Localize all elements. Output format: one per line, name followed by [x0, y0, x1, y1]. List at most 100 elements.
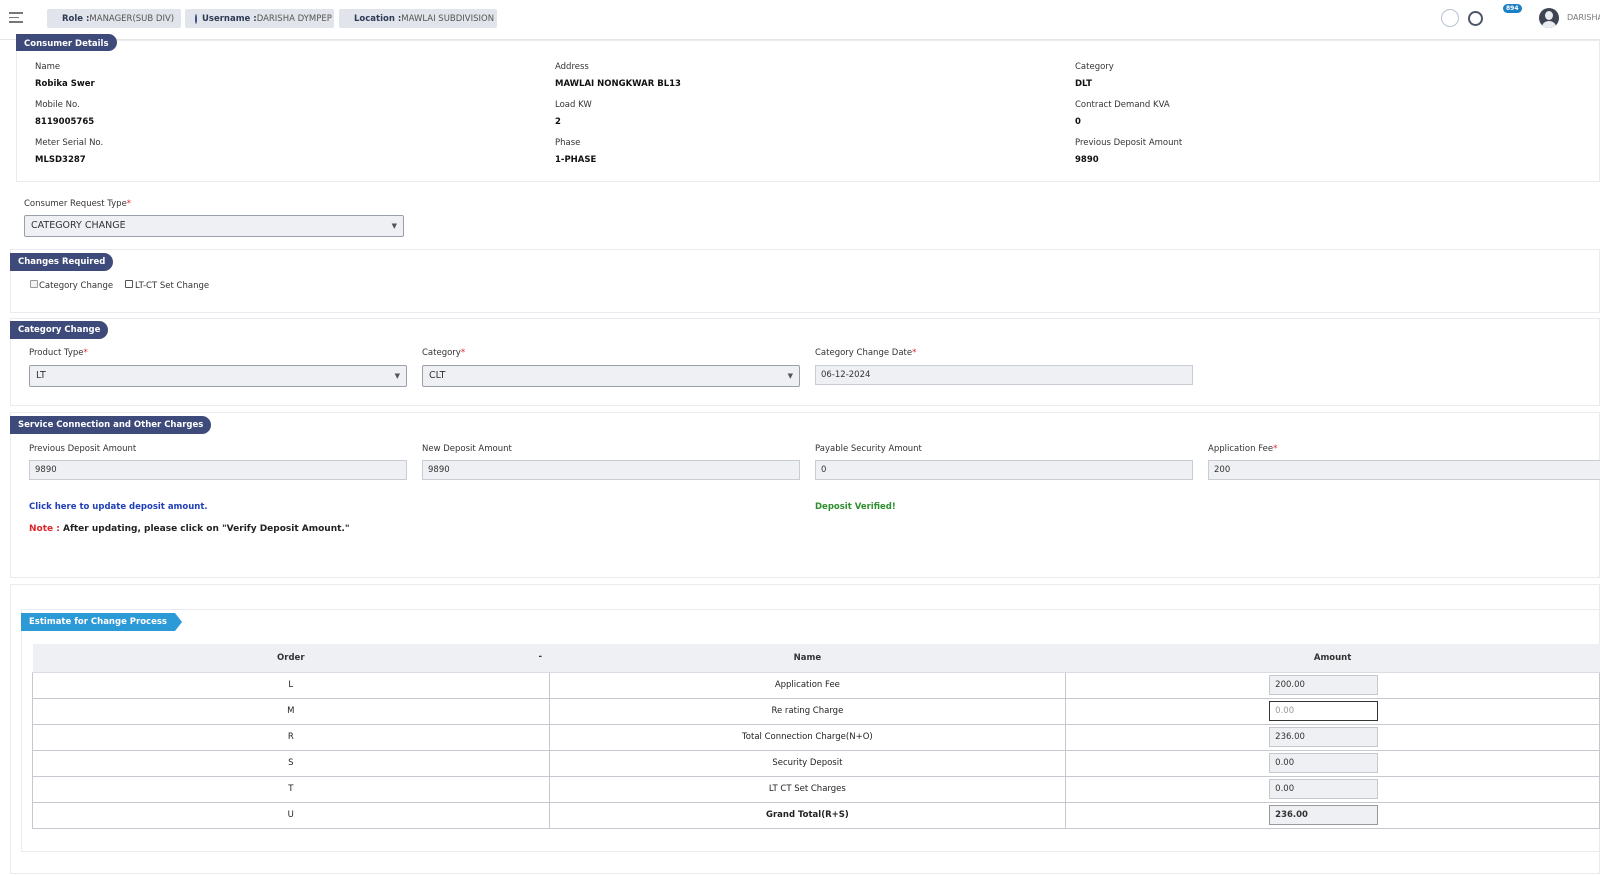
- order-cell: S: [32, 749, 550, 777]
- table-row: S Security Deposit 0.00: [32, 749, 1600, 777]
- new-deposit-input[interactable]: 9890: [422, 460, 800, 480]
- category-change-option-label: Category Change: [39, 281, 114, 291]
- ltct-set-change-checkbox[interactable]: [125, 280, 133, 288]
- category-label: Category: [1075, 62, 1114, 72]
- amount-column-header[interactable]: Amount: [1065, 644, 1600, 673]
- order-cell: L: [32, 671, 550, 699]
- new-category-value: CLT: [429, 370, 446, 381]
- name-cell: LT CT Set Charges: [548, 775, 1067, 803]
- meter-serial-label: Meter Serial No.: [35, 138, 104, 148]
- amount-input[interactable]: 236.00: [1269, 727, 1379, 747]
- update-deposit-link[interactable]: Click here to update deposit amount.: [29, 502, 208, 512]
- table-row: L Application Fee 200.00: [32, 671, 1600, 699]
- order-cell: R: [32, 723, 550, 751]
- category-change-date-label: Category Change Date*: [815, 348, 917, 358]
- table-header-row: Order - Name Amount: [32, 644, 1600, 673]
- request-type-value: CATEGORY CHANGE: [31, 220, 126, 231]
- ltct-set-change-option-label: LT-CT Set Change: [135, 281, 210, 291]
- clock-icon[interactable]: [1468, 11, 1483, 26]
- table-row: T LT CT Set Charges 0.00: [32, 775, 1600, 803]
- menu-icon[interactable]: [9, 12, 23, 24]
- charges-title: Service Connection and Other Charges: [10, 416, 212, 434]
- order-column-header[interactable]: Order -: [32, 644, 550, 673]
- new-category-select[interactable]: CLT ▼: [422, 365, 800, 387]
- chevron-down-icon: ▼: [394, 372, 400, 380]
- amount-input[interactable]: 200.00: [1269, 675, 1379, 695]
- mobile-label: Mobile No.: [35, 100, 80, 110]
- username-label: Username :: [202, 13, 257, 24]
- amount-cell: 0.00: [1065, 697, 1600, 725]
- application-fee-input[interactable]: 200: [1208, 460, 1600, 480]
- location-chip: Location : MAWLAI SUBDIVISION: [339, 9, 497, 28]
- location-label: Location :: [354, 13, 402, 24]
- table-row: U Grand Total(R+S) 236.00: [32, 801, 1600, 829]
- new-category-label: Category*: [422, 348, 466, 358]
- charges-previous-deposit-label: Previous Deposit Amount: [29, 444, 137, 454]
- sort-icon[interactable]: -: [539, 652, 543, 662]
- request-type-select[interactable]: CATEGORY CHANGE ▼: [24, 215, 404, 237]
- name-value: Robika Swer: [35, 79, 95, 89]
- charges-previous-deposit-input[interactable]: 9890: [29, 460, 407, 480]
- amount-cell: 236.00: [1065, 801, 1600, 829]
- role-chip: Role : MANAGER(SUB DIV): [47, 9, 181, 28]
- product-type-select[interactable]: LT ▼: [29, 365, 407, 387]
- amount-input[interactable]: 0.00: [1269, 753, 1379, 773]
- estimate-title: Estimate for Change Process: [21, 613, 182, 631]
- category-change-date-input[interactable]: 06-12-2024: [815, 365, 1193, 385]
- charges-panel: [10, 412, 1600, 578]
- amount-cell: 0.00: [1065, 749, 1600, 777]
- name-cell: Application Fee: [548, 671, 1067, 699]
- chevron-down-icon: ▼: [787, 372, 793, 380]
- category-value: DLT: [1075, 79, 1092, 89]
- grand-total-label: Grand Total(R+S): [548, 801, 1067, 829]
- product-type-label: Product Type*: [29, 348, 88, 358]
- changes-required-title: Changes Required: [10, 253, 114, 271]
- consumer-details-title: Consumer Details: [16, 34, 117, 51]
- category-change-title: Category Change: [10, 321, 109, 339]
- request-type-label: Consumer Request Type*: [24, 199, 132, 209]
- contract-demand-value: 0: [1075, 117, 1081, 127]
- payable-security-label: Payable Security Amount: [815, 444, 922, 454]
- payable-security-input[interactable]: 0: [815, 460, 1193, 480]
- load-value: 2: [555, 117, 561, 127]
- amount-cell: 236.00: [1065, 723, 1600, 751]
- product-type-value: LT: [36, 370, 46, 381]
- avatar[interactable]: [1539, 8, 1559, 28]
- table-row: R Total Connection Charge(N+O) 236.00: [32, 723, 1600, 751]
- user-circle-icon: [195, 13, 197, 24]
- meter-serial-value: MLSD3287: [35, 155, 86, 165]
- name-cell: Security Deposit: [548, 749, 1067, 777]
- notification-badge: 894: [1503, 4, 1522, 13]
- name-label: Name: [35, 62, 61, 72]
- name-cell: Total Connection Charge(N+O): [548, 723, 1067, 751]
- table-row: M Re rating Charge 0.00: [32, 697, 1600, 725]
- category-change-checkbox[interactable]: [30, 280, 38, 288]
- previous-deposit-value: 9890: [1075, 155, 1099, 165]
- language-icon[interactable]: [1441, 9, 1459, 27]
- user-display-name[interactable]: DARISHA: [1567, 13, 1600, 22]
- order-cell: T: [32, 775, 550, 803]
- changes-required-panel: [10, 249, 1600, 313]
- consumer-details-panel: [16, 40, 1600, 182]
- name-cell: Re rating Charge: [548, 697, 1067, 725]
- chevron-down-icon: ▼: [391, 222, 397, 230]
- amount-cell: 0.00: [1065, 775, 1600, 803]
- address-value: MAWLAI NONGKWAR BL13: [555, 79, 681, 89]
- estimate-table: Order - Name Amount L Application Fee 20…: [32, 644, 1600, 829]
- previous-deposit-label: Previous Deposit Amount: [1075, 138, 1183, 148]
- rerating-charge-input[interactable]: 0.00: [1269, 701, 1379, 721]
- new-deposit-label: New Deposit Amount: [422, 444, 512, 454]
- application-fee-label: Application Fee*: [1208, 444, 1278, 454]
- grand-total-value: 236.00: [1269, 805, 1379, 825]
- role-value: MANAGER(SUB DIV): [89, 13, 175, 24]
- deposit-verified-status: Deposit Verified!: [815, 502, 896, 512]
- location-value: MAWLAI SUBDIVISION: [401, 13, 495, 24]
- amount-input[interactable]: 0.00: [1269, 779, 1379, 799]
- username-chip: Username : DARISHA DYMPEP: [185, 9, 334, 28]
- name-column-header[interactable]: Name: [549, 644, 1066, 673]
- order-cell: U: [32, 801, 550, 829]
- category-change-panel: [10, 318, 1600, 406]
- amount-cell: 200.00: [1065, 671, 1600, 699]
- address-label: Address: [555, 62, 589, 72]
- deposit-note: Note : After updating, please click on "…: [29, 524, 350, 534]
